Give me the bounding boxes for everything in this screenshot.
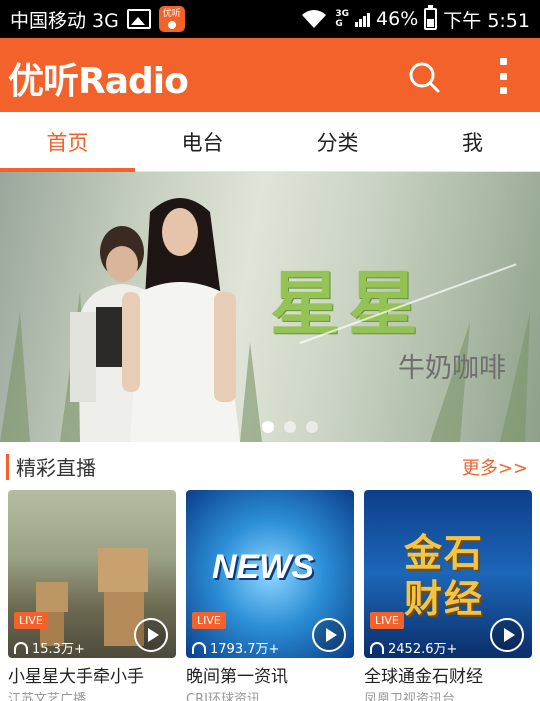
- menu-dot-icon: [499, 72, 507, 80]
- page-dot: [306, 421, 318, 433]
- live-section-header: 精彩直播 更多>>: [0, 442, 540, 490]
- status-bar-right: 3G G 46% 下午 5:51: [299, 0, 530, 38]
- tab-bar: 首页 电台 分类 我: [0, 112, 540, 172]
- app-logo: 优听Radio: [8, 61, 189, 102]
- news-logo-text: NEWS: [212, 548, 314, 586]
- card-thumbnail: LIVE 15.3万+: [8, 490, 176, 658]
- section-title: 精彩直播: [16, 456, 96, 480]
- card-station: CRI环球资讯: [186, 692, 260, 701]
- page-dot-active: [262, 421, 274, 433]
- search-icon: [409, 62, 440, 93]
- carrier-label: 中国移动 3G: [10, 9, 119, 32]
- battery-percent: 46%: [376, 8, 419, 30]
- page-dot: [284, 421, 296, 433]
- tab-me[interactable]: 我: [405, 112, 540, 171]
- live-card[interactable]: 金石 财经 LIVE 2452.6万+ 全球通金石财经 凤凰卫视资讯台: [364, 490, 532, 701]
- listener-count: 1793.7万+: [192, 638, 279, 657]
- more-link[interactable]: 更多>>: [462, 454, 528, 480]
- menu-dot-icon: [499, 87, 507, 94]
- status-bar: 中国移动 3G 优听 3G G 46% 下午 5:51: [0, 0, 540, 38]
- finance-logo-text: 金石 财经: [404, 531, 485, 621]
- live-badge: LIVE: [192, 612, 226, 629]
- live-badge: LIVE: [370, 612, 404, 629]
- banner-page-indicator: [262, 421, 318, 433]
- clock: 下午 5:51: [443, 9, 530, 32]
- card-title: 全球通金石财经: [364, 667, 483, 687]
- listener-count-value: 15.3万+: [32, 642, 85, 657]
- status-bar-left: 中国移动 3G 优听: [10, 0, 185, 38]
- listener-count: 2452.6万+: [370, 638, 457, 657]
- headphones-icon: [192, 641, 206, 654]
- card-thumbnail: 金石 财经 LIVE 2452.6万+: [364, 490, 532, 658]
- search-button[interactable]: [405, 58, 445, 98]
- banner-title: 星星: [270, 263, 426, 345]
- signal-icon: [355, 11, 371, 27]
- listener-count-value: 2452.6万+: [388, 642, 458, 657]
- listener-count: 15.3万+: [14, 638, 85, 657]
- menu-dot-icon: [499, 58, 507, 65]
- play-icon[interactable]: [490, 618, 524, 652]
- card-title: 小星星大手牵小手: [8, 667, 144, 687]
- card-thumbnail: NEWS LIVE 1793.7万+: [186, 490, 354, 658]
- tab-home[interactable]: 首页: [0, 112, 135, 172]
- app-notification-icon: 优听: [158, 6, 185, 32]
- wifi-icon: [302, 10, 327, 28]
- live-card[interactable]: NEWS LIVE 1793.7万+ 晚间第一资讯 CRI环球资讯: [186, 490, 354, 701]
- card-station: 江苏文艺广播: [8, 692, 87, 701]
- app-notification-text: 优听: [162, 8, 181, 19]
- network-type-label: 3G G: [335, 9, 350, 29]
- tab-radio[interactable]: 电台: [135, 112, 270, 171]
- listener-count-value: 1793.7万+: [210, 642, 280, 657]
- app-bar: 优听Radio: [0, 38, 540, 112]
- headphones-icon: [370, 641, 384, 654]
- card-station: 凤凰卫视资讯台: [364, 692, 456, 701]
- headphones-icon: [14, 641, 28, 654]
- section-accent-bar: [6, 454, 9, 480]
- live-badge: LIVE: [14, 612, 48, 629]
- image-notification-icon: [126, 9, 151, 29]
- tab-categories[interactable]: 分类: [270, 112, 405, 171]
- battery-icon: [424, 5, 438, 30]
- live-card-list: LIVE 15.3万+ 小星星大手牵小手 江苏文艺广播 NEWS LIVE 17…: [0, 490, 540, 701]
- play-icon[interactable]: [312, 618, 346, 652]
- featured-banner[interactable]: 星星 牛奶咖啡: [0, 172, 540, 442]
- overflow-menu-button[interactable]: [488, 54, 518, 98]
- banner-subtitle: 牛奶咖啡: [398, 353, 506, 384]
- play-icon[interactable]: [134, 618, 168, 652]
- card-title: 晚间第一资讯: [186, 667, 288, 687]
- live-card[interactable]: LIVE 15.3万+ 小星星大手牵小手 江苏文艺广播: [8, 490, 176, 701]
